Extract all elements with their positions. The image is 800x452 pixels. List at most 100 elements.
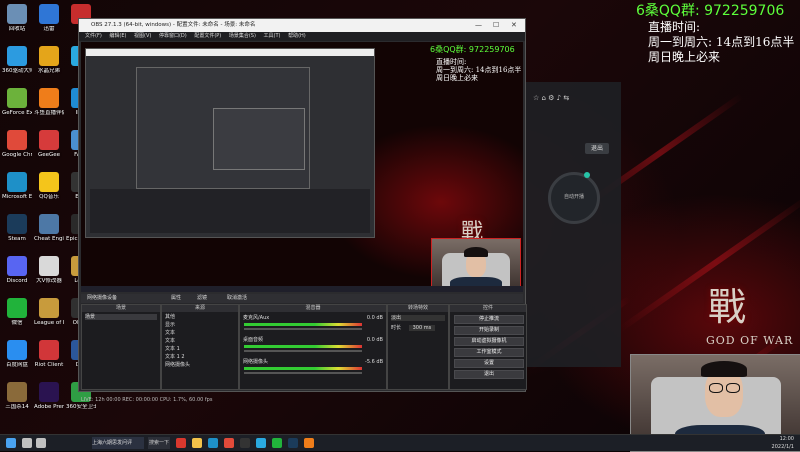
taskbar-app-button[interactable]: 上海六期思发问评 — [92, 437, 144, 449]
duration-input[interactable]: 300 ms — [408, 325, 436, 331]
desktop-icon-label: 大V修改器 — [36, 278, 62, 284]
minimize-button[interactable]: — — [475, 19, 482, 32]
desktop-icon[interactable]: Discord — [2, 256, 32, 284]
transition-select[interactable]: 淡出 — [391, 315, 445, 321]
douyu-icon[interactable] — [304, 438, 314, 448]
desktop-icon-label: GeForce Experience — [2, 110, 32, 116]
desktop-icon[interactable]: Microsoft Edge — [2, 172, 32, 200]
desktop-icon[interactable]: 大V修改器 — [34, 256, 64, 284]
app-icon — [7, 298, 27, 318]
source-item[interactable]: 显示 — [165, 322, 235, 328]
deactivate-button[interactable]: 取消激活 — [227, 294, 247, 303]
menu-profile[interactable]: 配置文件(P) — [194, 33, 221, 39]
source-item[interactable]: 文本 1 — [165, 346, 235, 352]
volume-slider[interactable] — [244, 372, 362, 374]
qq-icon[interactable] — [256, 438, 266, 448]
maximize-button[interactable]: ☐ — [493, 19, 499, 32]
menu-docks[interactable]: 停靠窗口(D) — [159, 33, 187, 39]
control-button[interactable]: 工作室模式 — [454, 348, 524, 357]
menu-file[interactable]: 文件(F) — [85, 33, 102, 39]
duration-row: 时长 300 ms — [391, 325, 445, 331]
preview-taskbar — [81, 286, 523, 292]
menu-tools[interactable]: 工具(T) — [264, 33, 281, 39]
desktop-icon-label: 微信 — [11, 320, 23, 326]
start-icon[interactable] — [6, 438, 16, 448]
desktop-icon-label: 迅雷 — [43, 26, 55, 32]
app-icon — [39, 172, 59, 192]
obs-icon[interactable] — [240, 438, 250, 448]
desktop-icon[interactable]: 三国杀14 — [2, 382, 32, 410]
edge-icon[interactable] — [208, 438, 218, 448]
volume-slider[interactable] — [244, 328, 362, 330]
desktop-icon-label: Steam — [8, 236, 26, 242]
source-item[interactable]: 文本 — [165, 338, 235, 344]
desktop-icon-label: 百度网盘 — [5, 362, 28, 368]
desktop-icon-label: Microsoft Edge — [2, 194, 32, 200]
transitions-dock-title: 转场特效 — [388, 305, 448, 312]
desktop-icon[interactable]: 斗鱼直播伴侣 — [34, 88, 64, 116]
shanghai-app-icon[interactable] — [176, 438, 186, 448]
taskbar-search[interactable]: 搜索一下 — [148, 437, 170, 449]
search-icon[interactable] — [22, 438, 32, 448]
desktop-icon[interactable]: 水晶兄弟 — [34, 46, 64, 74]
logo-char: 戰 — [708, 285, 747, 329]
task-view-icon[interactable] — [36, 438, 46, 448]
menu-help[interactable]: 帮助(H) — [288, 33, 306, 39]
source-item[interactable]: 其他 — [165, 314, 235, 320]
nested-obs-capture-3 — [213, 108, 305, 170]
source-toolbar: 网络摄像设备 属性 滤镜 取消激活 — [81, 294, 523, 303]
app-icon — [7, 256, 27, 276]
app-icon — [39, 46, 59, 66]
desktop-icon[interactable]: Cheat Engine — [34, 214, 64, 242]
desktop-icon[interactable]: 回收站 — [2, 4, 32, 32]
desktop-icon-label: 360驱动大师 — [2, 68, 32, 74]
obs-titlebar: OBS 27.1.3 (64-bit, windows) - 配置文件: 未命名… — [79, 19, 525, 32]
source-item[interactable]: 文本 — [165, 330, 235, 336]
desktop-icon[interactable]: Adobe Premie... — [34, 382, 64, 410]
control-button[interactable]: 退出 — [454, 370, 524, 379]
control-button[interactable]: 启动虚拟摄像机 — [454, 337, 524, 346]
controls-dock-title: 控件 — [450, 305, 526, 312]
qq-group-text-preview: 6桑QQ群: 972259706 — [430, 45, 515, 54]
desktop-icon-label: QQ音乐 — [39, 194, 59, 200]
scene-item[interactable]: 场景 — [85, 314, 157, 320]
wechat-icon[interactable] — [272, 438, 282, 448]
desktop-icon[interactable]: League of Legends — [34, 298, 64, 326]
desktop-icon[interactable]: Steam — [2, 214, 32, 242]
desktop-icon[interactable]: Riot Client — [34, 340, 64, 368]
streaming-assistant-panel: ☆ ⌂ ⚙ ♪ ⇆ — [524, 82, 621, 367]
auto-live-label: 自动开播 — [563, 194, 584, 200]
panel-exit-button[interactable]: 退出 — [585, 143, 609, 154]
obs-docks: 网络摄像设备 属性 滤镜 取消激活 场景 场景 来源 其他 显示 文本 文本 文本 1文… — [81, 294, 527, 390]
windows-taskbar: 搜索一下 上海六期思发问评 12:00 2022/1/1 — [0, 434, 800, 451]
desktop-icon[interactable]: 百度网盘 — [2, 340, 32, 368]
menu-view[interactable]: 视图(V) — [134, 33, 151, 39]
app-icon — [39, 382, 59, 402]
source-item[interactable]: 网络摄像头 — [165, 362, 235, 368]
source-item[interactable]: 文本 1 2 — [165, 354, 235, 360]
control-button[interactable]: 设置 — [454, 359, 524, 368]
desktop-icon[interactable]: QQ音乐 — [34, 172, 64, 200]
filters-button[interactable]: 滤镜 — [197, 294, 207, 303]
properties-button[interactable]: 属性 — [171, 294, 181, 303]
app-icon — [39, 4, 59, 24]
steam-icon[interactable] — [288, 438, 298, 448]
desktop-icon[interactable]: Google Chrome — [2, 130, 32, 158]
chrome-icon[interactable] — [224, 438, 234, 448]
close-button[interactable]: ✕ — [511, 19, 517, 32]
desktop-icon[interactable]: 360驱动大师 — [2, 46, 32, 74]
volume-slider[interactable] — [244, 350, 362, 352]
app-icon — [39, 298, 59, 318]
control-button[interactable]: 开始录制 — [454, 326, 524, 335]
system-tray-clock[interactable]: 12:00 2022/1/1 — [772, 435, 794, 451]
menu-scene-collection[interactable]: 场景集合(S) — [229, 33, 256, 39]
menu-edit[interactable]: 编辑(E) — [109, 33, 126, 39]
control-button[interactable]: 停止推流 — [454, 315, 524, 324]
auto-live-button[interactable]: 自动开播 — [548, 172, 600, 224]
desktop-icon[interactable]: GeeGee — [34, 130, 64, 158]
duration-label: 时长 — [391, 325, 402, 331]
desktop-icon[interactable]: GeForce Experience — [2, 88, 32, 116]
desktop-icon[interactable]: 微信 — [2, 298, 32, 326]
desktop-icon[interactable]: 迅雷 — [34, 4, 64, 32]
folder-icon[interactable] — [192, 438, 202, 448]
